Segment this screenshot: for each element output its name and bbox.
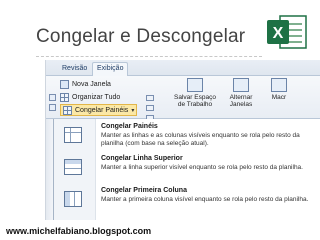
chevron-down-icon: ▾ xyxy=(131,107,135,114)
hide-icon[interactable] xyxy=(146,105,154,111)
view-side-icons xyxy=(49,94,57,114)
save-workspace-icon xyxy=(187,78,203,92)
excel-ribbon-screenshot: Revisão Exibição Nova Janela Organizar T… xyxy=(45,60,320,220)
split-icon[interactable] xyxy=(146,95,154,101)
title-separator xyxy=(36,56,262,57)
view-icon[interactable] xyxy=(49,104,56,111)
organizar-tudo-button[interactable]: Organizar Tudo xyxy=(60,91,120,103)
ribbon-panel: Nova Janela Organizar Tudo Congelar Pain… xyxy=(46,76,320,121)
congelar-paineis-button[interactable]: Congelar Painéis ▾ xyxy=(60,104,138,116)
menu-item-congelar-paineis[interactable]: Congelar Painéis Manter as linhas e as c… xyxy=(54,121,320,153)
excel-logo-icon: X xyxy=(267,15,307,49)
new-window-icon xyxy=(60,79,69,89)
arrange-all-icon xyxy=(60,92,69,102)
slide-title: Congelar e Descongelar xyxy=(36,26,246,47)
freeze-panes-icon xyxy=(63,105,72,115)
freeze-top-row-icon xyxy=(64,159,82,175)
macros-icon xyxy=(271,78,287,92)
nova-janela-button[interactable]: Nova Janela xyxy=(60,78,111,90)
view-icon[interactable] xyxy=(49,94,56,101)
tab-revisao[interactable]: Revisão xyxy=(58,63,91,77)
switch-windows-icon xyxy=(233,78,249,92)
tab-exibicao[interactable]: Exibição xyxy=(92,62,129,77)
alternar-janelas-button[interactable]: Alternar Janelas xyxy=(221,78,261,108)
freeze-panes-icon xyxy=(64,127,82,143)
freeze-panes-dropdown: Congelar Painéis Manter as linhas e as c… xyxy=(53,119,320,220)
ribbon-tab-bar: Revisão Exibição xyxy=(46,60,320,77)
footer-url: www.michelfabiano.blogspot.com xyxy=(6,226,152,236)
menu-item-congelar-linha-superior[interactable]: Congelar Linha Superior Manter a linha s… xyxy=(54,153,320,185)
menu-item-congelar-primeira-coluna[interactable]: Congelar Primeira Coluna Manter a primei… xyxy=(54,185,320,217)
freeze-first-column-icon xyxy=(64,191,82,207)
salvar-espaco-button[interactable]: Salvar Espaço de Trabalho xyxy=(172,78,218,108)
macros-button[interactable]: Macr xyxy=(266,78,292,101)
svg-text:X: X xyxy=(273,25,284,42)
